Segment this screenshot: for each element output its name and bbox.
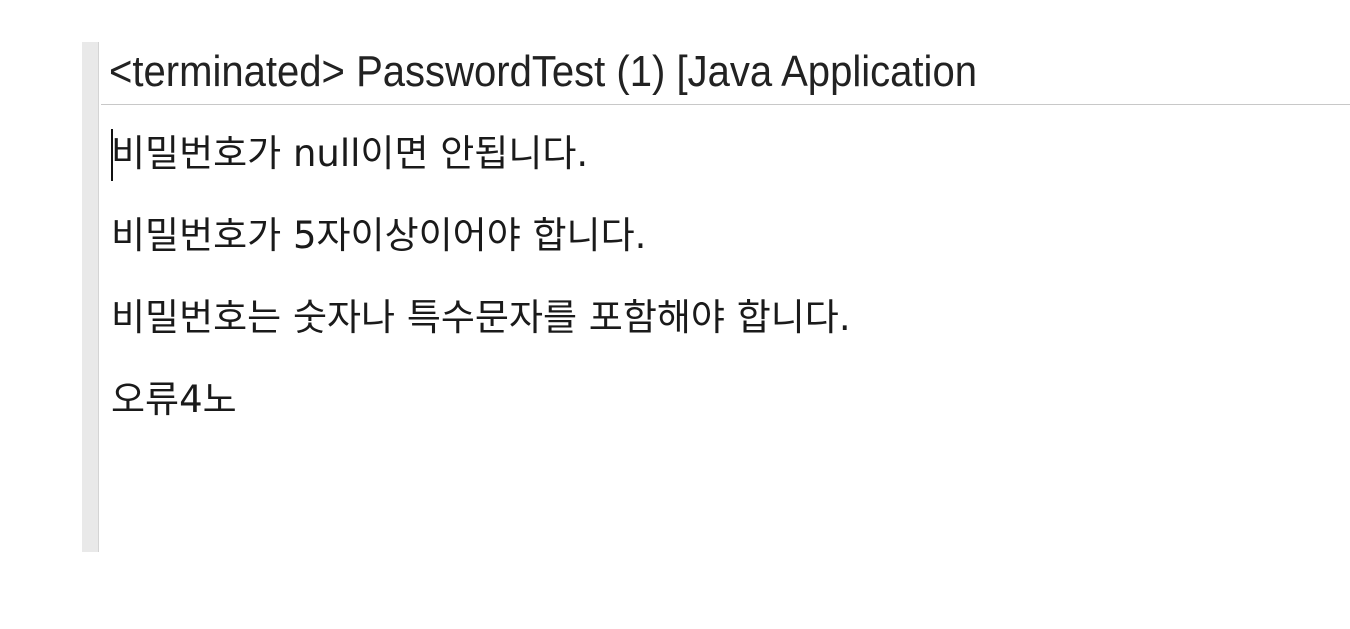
console-view: <terminated> PasswordTest (1) [Java Appl… xyxy=(82,42,1350,552)
console-output-line: 비밀번호는 숫자나 특수문자를 포함해야 합니다. xyxy=(111,296,851,339)
console-output-line: 비밀번호가 null이면 안됩니다. xyxy=(111,132,589,175)
console-title: <terminated> PasswordTest (1) [Java Appl… xyxy=(109,47,977,96)
console-header: <terminated> PasswordTest (1) [Java Appl… xyxy=(101,42,1350,105)
console-output-line: 비밀번호가 5자이상이어야 합니다. xyxy=(111,214,647,257)
console-output-area[interactable]: 비밀번호가 null이면 안됩니다. 비밀번호가 5자이상이어야 합니다. 비밀… xyxy=(101,106,1350,552)
console-output-line: 오류4노 xyxy=(111,378,237,421)
console-left-gutter xyxy=(82,42,99,552)
